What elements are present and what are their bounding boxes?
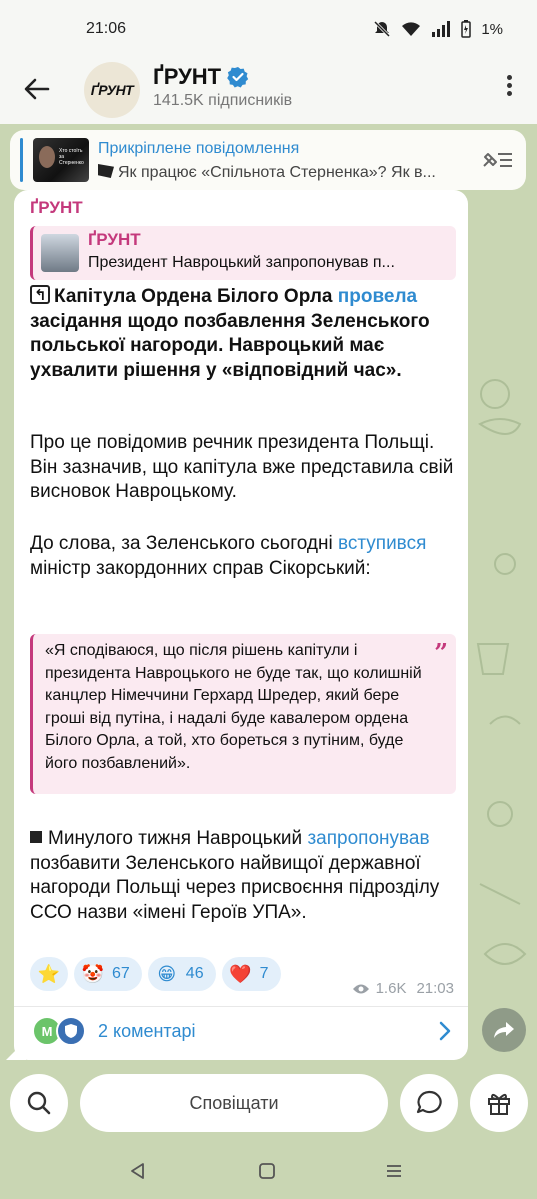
comments-label: 2 коментарі — [98, 1021, 196, 1041]
black-square-icon — [30, 831, 42, 843]
views-eye-icon — [352, 984, 369, 993]
mute-icon — [374, 20, 391, 38]
pinned-title: Прикріплене повідомлення — [98, 140, 300, 157]
p3-text-b: міністр закордонних справ Сікорський: — [30, 557, 371, 579]
star-icon: ⭐ — [37, 963, 61, 984]
nav-back-icon[interactable] — [128, 1161, 148, 1181]
p4-text-a: Минулого тижня Навроцький — [48, 828, 308, 849]
channel-title[interactable]: ҐРУНТ — [153, 64, 249, 90]
reactions-bar: ⭐ 🤡 67 😁 46 ❤️ 7 — [30, 957, 281, 991]
view-count: 1.6K — [375, 980, 407, 997]
p3-text-a: До слова, за Зеленського сьогодні — [30, 533, 338, 554]
battery-level: 1% — [481, 20, 503, 38]
heart-icon: ❤️ — [229, 963, 252, 984]
reaction-heart[interactable]: ❤️ 7 — [221, 957, 281, 991]
reaction-grin[interactable]: 😁 46 — [147, 957, 216, 991]
reply-text: Президент Навроцький запропонував п... — [88, 254, 395, 271]
bottom-action-bar: Сповіщати — [0, 1060, 537, 1145]
commenter-avatar-shield-icon — [56, 1016, 86, 1046]
grin-icon: 😁 — [157, 963, 177, 984]
search-icon — [27, 1091, 51, 1115]
p4-text-b: позбавити Зеленського найвищої державної… — [30, 852, 440, 923]
verified-badge-icon — [227, 67, 249, 88]
link-zaproponuvav[interactable]: запропонував — [307, 828, 429, 849]
share-button[interactable] — [482, 1008, 526, 1052]
quote-icon: ” — [434, 638, 448, 667]
blockquote: «Я сподіваюся, що після рішень капітули … — [30, 634, 456, 794]
reaction-clown[interactable]: 🤡 67 — [74, 957, 142, 991]
message-meta: 1.6K 21:03 — [352, 980, 454, 997]
message-paragraph-3: До слова, за Зеленського сьогодні вступи… — [30, 532, 460, 581]
pinned-indicator — [20, 138, 23, 182]
divider — [14, 1006, 468, 1007]
reply-preview[interactable]: ҐРУНТ Президент Навроцький запропонував … — [30, 226, 456, 280]
system-nav-bar — [0, 1145, 537, 1199]
discussion-button[interactable] — [400, 1074, 458, 1132]
reaction-star[interactable]: ⭐ — [30, 957, 68, 991]
p1-text-a: Капітула Ордена Білого Орла — [54, 286, 338, 307]
message-bubble[interactable]: ҐРУНТ ҐРУНТ Президент Навроцький запропо… — [14, 190, 468, 1060]
link-provela[interactable]: провела — [338, 286, 417, 307]
subscriber-count: 141.5K підписників — [153, 92, 293, 109]
reaction-count: 67 — [112, 965, 130, 982]
signal-icon — [432, 21, 451, 37]
message-time: 21:03 — [416, 980, 454, 997]
status-bar: 21:06 1% — [0, 0, 537, 58]
message-paragraph-2: Про це повідомив речник президента Польщ… — [30, 432, 454, 502]
comments-button[interactable]: M 2 коментарі — [14, 1012, 468, 1054]
message-paragraph-4: Минулого тижня Навроцький запропонував п… — [30, 827, 460, 925]
link-vstupyvsia[interactable]: вступився — [338, 533, 426, 554]
wifi-icon — [402, 22, 421, 36]
gift-button[interactable] — [470, 1074, 528, 1132]
quote-text: «Я сподіваюся, що після рішень капітули … — [45, 642, 422, 772]
channel-avatar[interactable]: ҐРУНТ — [84, 62, 140, 118]
pinned-flag-icon — [98, 164, 114, 178]
more-options-icon[interactable] — [503, 72, 515, 102]
message-sender[interactable]: ҐРУНТ — [30, 198, 83, 218]
reaction-count: 46 — [185, 965, 204, 982]
message-paragraph-1: Капітула Ордена Білого Орла провела засі… — [30, 284, 460, 383]
status-icons: 1% — [373, 20, 503, 38]
nav-recents-icon[interactable] — [384, 1161, 404, 1181]
pinned-thumb-text: Хто стоїть за Стерненко — [59, 148, 84, 166]
gift-icon — [488, 1093, 510, 1115]
back-arrow-icon[interactable] — [20, 72, 54, 106]
nav-home-icon[interactable] — [257, 1161, 277, 1181]
pinned-list-icon[interactable] — [480, 146, 514, 174]
pinned-message-bar[interactable]: Хто стоїть за Стерненко Прикріплене пові… — [10, 130, 526, 190]
return-arrow-icon — [30, 284, 50, 309]
status-time: 21:06 — [86, 20, 127, 37]
clown-icon: 🤡 — [81, 963, 105, 984]
channel-title-text: ҐРУНТ — [153, 64, 222, 89]
chevron-right-icon — [439, 1021, 451, 1041]
p1-text-b: засідання щодо позбавлення Зеленського п… — [30, 310, 430, 381]
share-arrow-icon — [494, 1022, 514, 1038]
pinned-preview: Як працює «Спільнота Стерненка»? Як в... — [98, 164, 482, 182]
battery-icon — [461, 20, 472, 38]
pinned-thumbnail: Хто стоїть за Стерненко — [33, 138, 89, 182]
reply-thumbnail — [41, 234, 79, 272]
notify-button[interactable]: Сповіщати — [80, 1074, 388, 1132]
pinned-preview-text: Як працює «Спільнота Стерненка»? Як в... — [118, 164, 436, 181]
chat-bubble-icon — [416, 1090, 442, 1114]
search-button[interactable] — [10, 1074, 68, 1132]
reply-author: ҐРУНТ — [88, 230, 141, 249]
channel-header: ҐРУНТ ҐРУНТ 141.5K підписників — [0, 58, 537, 124]
reaction-count: 7 — [259, 965, 269, 982]
